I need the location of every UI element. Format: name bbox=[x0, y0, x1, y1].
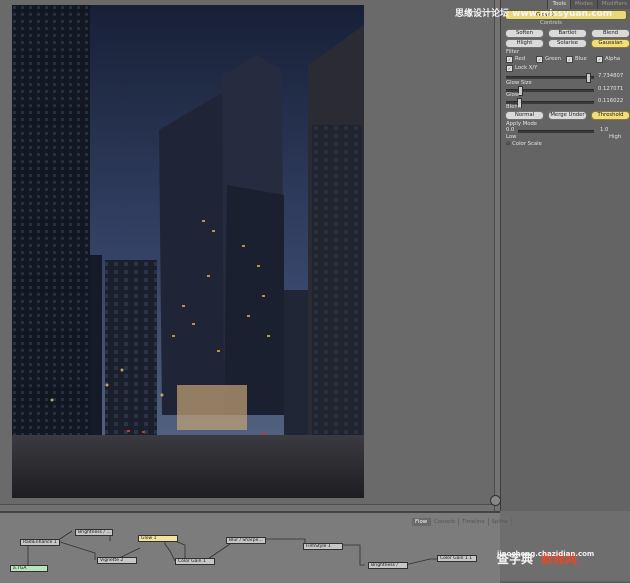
filter-type-row-2: Hlight Solarise Gaussian bbox=[505, 39, 630, 48]
lock-xy-checkbox[interactable]: ✓ Lock X/Y bbox=[506, 65, 537, 72]
bartlet-button[interactable]: Bartlet bbox=[548, 29, 587, 38]
solarise-button[interactable]: Solarise bbox=[548, 39, 587, 48]
node-color-gain-2[interactable]: Color Gain 1 1 bbox=[437, 555, 477, 562]
glow-size-slider[interactable] bbox=[506, 73, 594, 83]
glow-slider[interactable] bbox=[506, 86, 594, 96]
hlight-button[interactable]: Hlight bbox=[505, 39, 544, 48]
node-filmstyle[interactable]: FilmStyle 1 bbox=[303, 543, 343, 550]
watermark-bottom: 查字典 教程网 jiaocheng.chazidian.com bbox=[497, 550, 595, 566]
range-high-value[interactable]: 1.0 bbox=[600, 127, 608, 133]
blend-mode-row: Normal Merge Under Threshold bbox=[505, 111, 630, 120]
range-low-value[interactable]: 0.0 bbox=[506, 127, 514, 133]
alpha-checkbox[interactable]: ✓ Alpha bbox=[596, 56, 620, 63]
range-low-label: Low bbox=[506, 134, 517, 140]
soften-button[interactable]: Soften bbox=[505, 29, 544, 38]
glow-size-value[interactable]: 7.734807 bbox=[598, 73, 623, 79]
green-checkbox[interactable]: ✓ Green bbox=[536, 56, 561, 63]
glow-value[interactable]: 0.127071 bbox=[598, 86, 623, 92]
blend-button[interactable]: Blend bbox=[591, 29, 630, 38]
node-color-gain[interactable]: Color Gain 1 bbox=[175, 558, 215, 565]
node-radienhance[interactable]: RadiEnhance 1 bbox=[20, 539, 60, 546]
node-glow-selected[interactable]: Glow 1 bbox=[138, 535, 178, 542]
threshold-button[interactable]: Threshold bbox=[591, 111, 630, 120]
viewer-nav-icon[interactable] bbox=[490, 495, 501, 506]
node-brightness-2[interactable]: Brightness / bbox=[368, 562, 408, 569]
blend-label: Blend bbox=[506, 104, 522, 110]
node-vignette[interactable]: Vignette 2 bbox=[97, 557, 137, 564]
color-scale-toggle[interactable]: ⊙ Color Scale bbox=[506, 141, 542, 147]
node-connections bbox=[27, 530, 440, 568]
normal-button[interactable]: Normal bbox=[505, 111, 544, 120]
node-blur-sharpen[interactable]: Blur / Sharpe... bbox=[226, 537, 266, 544]
gaussian-button[interactable]: Gaussian bbox=[591, 39, 630, 48]
red-checkbox[interactable]: ✓ Red bbox=[506, 56, 525, 63]
watermark-top: 思缘设计论坛 www.missyuan.com bbox=[455, 9, 613, 19]
blend-value[interactable]: 0.116022 bbox=[598, 98, 623, 104]
filter-label: Filter bbox=[506, 49, 520, 55]
city-night-scene bbox=[12, 5, 364, 498]
image-viewer[interactable] bbox=[0, 0, 501, 512]
controls-label[interactable]: Controls bbox=[540, 20, 562, 26]
blue-checkbox[interactable]: ✓ Blue bbox=[566, 56, 587, 63]
merge-under-button[interactable]: Merge Under bbox=[548, 111, 587, 120]
filter-type-row-1: Soften Bartlet Blend bbox=[505, 29, 630, 38]
node-tga-loader[interactable]: a.TGA bbox=[10, 565, 48, 572]
node-brightness[interactable]: Brightness / ... bbox=[75, 529, 113, 536]
rendered-city-image bbox=[12, 5, 364, 498]
range-slider[interactable] bbox=[518, 130, 594, 133]
range-high-label: High bbox=[609, 134, 622, 140]
